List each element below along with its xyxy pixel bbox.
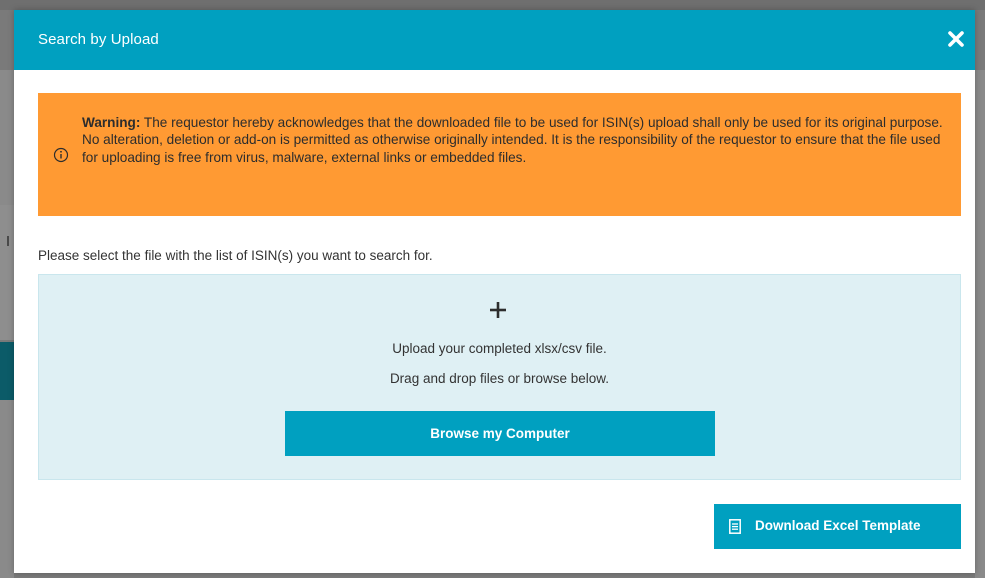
backdrop-text-fragment (7, 236, 9, 246)
drag-drop-hint: Drag and drop files or browse below. (389, 371, 610, 386)
info-icon (53, 147, 69, 163)
download-template-button[interactable]: Download Excel Template (714, 504, 961, 549)
browse-computer-button[interactable]: Browse my Computer (285, 411, 715, 456)
backdrop-left-panel (0, 70, 14, 205)
dialog-title: Search by Upload (38, 31, 159, 48)
search-by-upload-dialog: Search by Upload Warning: The requestor … (14, 10, 975, 573)
warning-label: Warning: (82, 115, 141, 130)
backdrop-left-panel (0, 205, 14, 340)
warning-banner: Warning: The requestor hereby acknowledg… (38, 93, 961, 216)
close-button[interactable] (941, 24, 971, 54)
instruction-text: Please select the file with the list of … (38, 248, 433, 263)
plus-icon (490, 302, 506, 318)
document-icon (729, 519, 741, 534)
warning-message: Warning: The requestor hereby acknowledg… (82, 114, 947, 166)
backdrop-right-panel (975, 70, 985, 578)
backdrop-top (0, 0, 985, 10)
file-dropzone[interactable]: Upload your completed xlsx/csv file. Dra… (38, 274, 961, 480)
upload-instruction: Upload your completed xlsx/csv file. (392, 341, 607, 356)
warning-body: The requestor hereby acknowledges that t… (82, 115, 943, 165)
backdrop-left-accent (0, 342, 14, 400)
backdrop-left-panel (0, 400, 14, 578)
close-icon (948, 31, 964, 47)
download-template-label: Download Excel Template (755, 518, 921, 533)
dialog-header: Search by Upload (14, 10, 975, 70)
